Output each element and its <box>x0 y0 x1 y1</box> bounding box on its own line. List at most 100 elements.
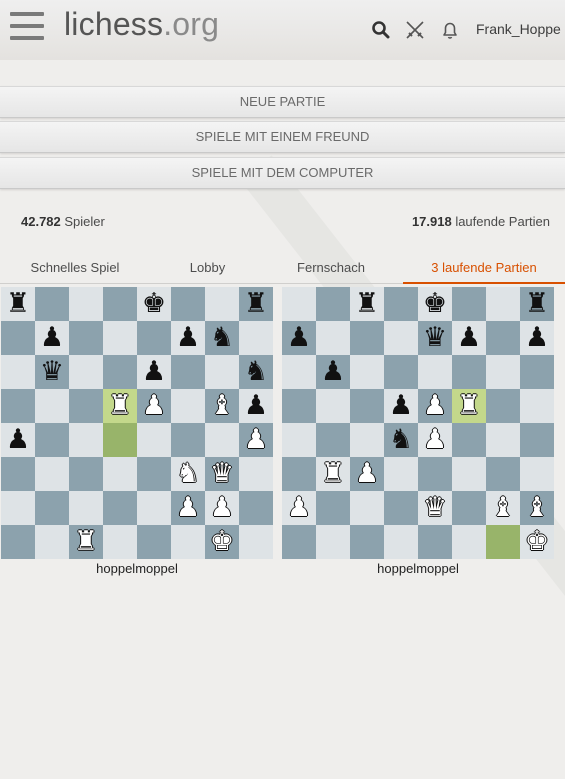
board-square-g8[interactable] <box>205 287 239 321</box>
board-square-h2[interactable]: ♝ <box>520 491 554 525</box>
menu-icon[interactable] <box>10 12 44 42</box>
username-link[interactable]: Frank_Hoppe <box>476 21 561 37</box>
board-square-e3[interactable] <box>418 457 452 491</box>
board-square-h8[interactable]: ♜ <box>520 287 554 321</box>
board-square-a2[interactable] <box>1 491 35 525</box>
board-square-e6[interactable]: ♟ <box>137 355 171 389</box>
board-square-e1[interactable] <box>418 525 452 559</box>
board-square-h2[interactable] <box>239 491 273 525</box>
ongoing-game-player-2[interactable]: hoppelmoppel <box>282 561 554 576</box>
board-square-f5[interactable]: ♜ <box>452 389 486 423</box>
board-square-b7[interactable]: ♟ <box>35 321 69 355</box>
ongoing-game-board-1[interactable]: ♜ ♚ ♜ ♟ ♟ ♞ ♛ ♟ ♞ ♜ ♟ ♝ ♟ ♟ ♟ ♞ ♛ ♟ ♟ ♜ ♚ <box>1 287 273 559</box>
board-square-e1[interactable] <box>137 525 171 559</box>
board-square-h1[interactable]: ♚ <box>520 525 554 559</box>
board-square-f3[interactable] <box>452 457 486 491</box>
board-square-a6[interactable] <box>1 355 35 389</box>
board-square-b4[interactable] <box>35 423 69 457</box>
board-square-c7[interactable] <box>69 321 103 355</box>
board-square-b8[interactable] <box>316 287 350 321</box>
board-square-f4[interactable] <box>171 423 205 457</box>
board-square-a4[interactable]: ♟ <box>1 423 35 457</box>
board-square-h1[interactable] <box>239 525 273 559</box>
board-square-e6[interactable] <box>418 355 452 389</box>
board-square-h3[interactable] <box>239 457 273 491</box>
board-square-a2[interactable]: ♟ <box>282 491 316 525</box>
board-square-d4[interactable]: ♞ <box>384 423 418 457</box>
board-square-c5[interactable] <box>69 389 103 423</box>
play-with-computer-button[interactable]: Spiele mit dem Computer <box>0 157 565 189</box>
board-square-g1[interactable]: ♚ <box>205 525 239 559</box>
board-square-a1[interactable] <box>282 525 316 559</box>
board-square-b7[interactable] <box>316 321 350 355</box>
board-square-a8[interactable]: ♜ <box>1 287 35 321</box>
board-square-c4[interactable] <box>350 423 384 457</box>
board-square-h5[interactable] <box>520 389 554 423</box>
board-square-g2[interactable]: ♟ <box>205 491 239 525</box>
board-square-a3[interactable] <box>282 457 316 491</box>
board-square-f3[interactable]: ♞ <box>171 457 205 491</box>
board-square-b5[interactable] <box>316 389 350 423</box>
board-square-b2[interactable] <box>316 491 350 525</box>
board-square-a6[interactable] <box>282 355 316 389</box>
search-icon[interactable] <box>370 19 392 41</box>
board-square-c8[interactable] <box>69 287 103 321</box>
board-square-h3[interactable] <box>520 457 554 491</box>
board-square-g8[interactable] <box>486 287 520 321</box>
board-square-b1[interactable] <box>35 525 69 559</box>
board-square-h4[interactable]: ♟ <box>239 423 273 457</box>
board-square-b4[interactable] <box>316 423 350 457</box>
board-square-h5[interactable]: ♟ <box>239 389 273 423</box>
board-square-d7[interactable] <box>384 321 418 355</box>
board-square-c6[interactable] <box>69 355 103 389</box>
play-with-friend-button[interactable]: Spiele mit einem Freund <box>0 121 565 153</box>
board-square-c6[interactable] <box>350 355 384 389</box>
tab-quick-game[interactable]: Schnelles Spiel <box>0 255 150 282</box>
board-square-f4[interactable] <box>452 423 486 457</box>
board-square-e8[interactable]: ♚ <box>418 287 452 321</box>
board-square-c3[interactable] <box>69 457 103 491</box>
board-square-a7[interactable]: ♟ <box>282 321 316 355</box>
board-square-h4[interactable] <box>520 423 554 457</box>
board-square-g3[interactable]: ♛ <box>205 457 239 491</box>
board-square-f1[interactable] <box>171 525 205 559</box>
board-square-b1[interactable] <box>316 525 350 559</box>
board-square-d7[interactable] <box>103 321 137 355</box>
board-square-e7[interactable]: ♛ <box>418 321 452 355</box>
board-square-g4[interactable] <box>486 423 520 457</box>
board-square-f7[interactable]: ♟ <box>452 321 486 355</box>
board-square-e4[interactable] <box>137 423 171 457</box>
board-square-c1[interactable]: ♜ <box>69 525 103 559</box>
board-square-g3[interactable] <box>486 457 520 491</box>
board-square-e5[interactable]: ♟ <box>418 389 452 423</box>
board-square-d2[interactable] <box>103 491 137 525</box>
board-square-h7[interactable]: ♟ <box>520 321 554 355</box>
board-square-g2[interactable]: ♝ <box>486 491 520 525</box>
board-square-f6[interactable] <box>171 355 205 389</box>
board-square-g7[interactable] <box>486 321 520 355</box>
board-square-e3[interactable] <box>137 457 171 491</box>
board-square-d8[interactable] <box>384 287 418 321</box>
board-square-d4[interactable] <box>103 423 137 457</box>
board-square-b3[interactable] <box>35 457 69 491</box>
board-square-a5[interactable] <box>282 389 316 423</box>
board-square-d2[interactable] <box>384 491 418 525</box>
board-square-d6[interactable] <box>384 355 418 389</box>
board-square-c2[interactable] <box>350 491 384 525</box>
board-square-f6[interactable] <box>452 355 486 389</box>
board-square-g1[interactable] <box>486 525 520 559</box>
board-square-f2[interactable]: ♟ <box>171 491 205 525</box>
board-square-d6[interactable] <box>103 355 137 389</box>
board-square-c8[interactable]: ♜ <box>350 287 384 321</box>
board-square-d5[interactable]: ♜ <box>103 389 137 423</box>
board-square-d5[interactable]: ♟ <box>384 389 418 423</box>
ongoing-game-player-1[interactable]: hoppelmoppel <box>1 561 273 576</box>
ongoing-game-board-2[interactable]: ♜ ♚ ♜ ♟ ♛ ♟ ♟ ♟ ♟ ♟ ♜ ♞ ♟ ♜ ♟ ♟ ♛ ♝ ♝ ♚ <box>282 287 554 559</box>
board-square-d3[interactable] <box>103 457 137 491</box>
tab-lobby[interactable]: Lobby <box>150 255 265 282</box>
tab-correspondence[interactable]: Fernschach <box>265 255 397 282</box>
board-square-e8[interactable]: ♚ <box>137 287 171 321</box>
board-square-d1[interactable] <box>103 525 137 559</box>
board-square-f8[interactable] <box>171 287 205 321</box>
board-square-c4[interactable] <box>69 423 103 457</box>
